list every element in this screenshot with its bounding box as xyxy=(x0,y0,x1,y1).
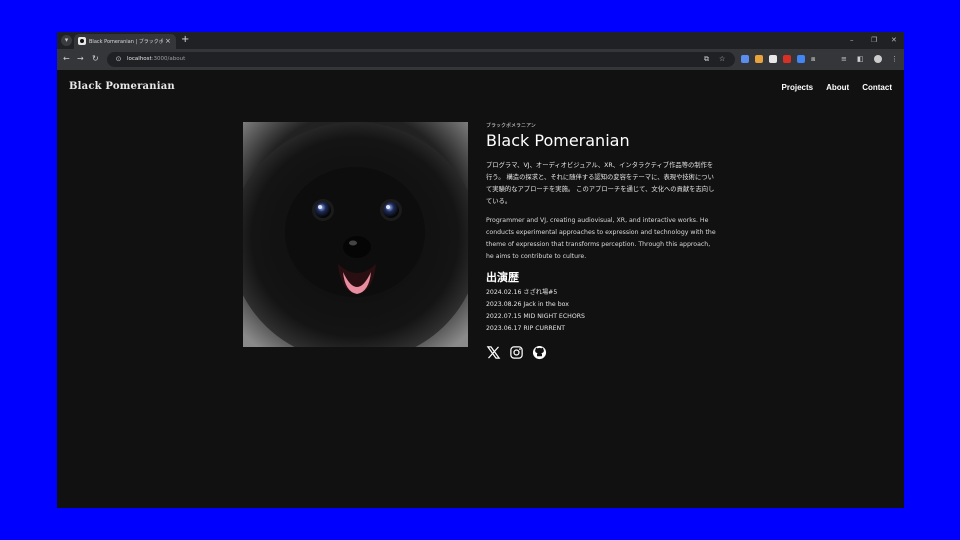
extensions-puzzle-icon[interactable]: ⧈ xyxy=(811,53,815,65)
bio-japanese: プログラマ、VJ、オーディオビジュアル、XR、インタラクティブ作品等の制作を行う… xyxy=(486,162,715,205)
site-info-icon[interactable]: ⊙ xyxy=(113,54,124,65)
profile-photo xyxy=(243,122,468,347)
nav-about-link[interactable]: About xyxy=(826,83,849,93)
restore-button[interactable]: ❐ xyxy=(871,34,877,46)
x-icon[interactable] xyxy=(486,345,501,360)
forward-icon[interactable]: → xyxy=(77,53,84,65)
list-item: 2023.08.26 Jack in the box xyxy=(486,301,569,308)
list-item: 2022.07.15 MID NIGHT ECHORS xyxy=(486,313,585,320)
close-window-button[interactable]: ✕ xyxy=(891,34,897,46)
nav-contact-link[interactable]: Contact xyxy=(862,83,892,93)
extension-icon[interactable] xyxy=(755,55,763,63)
browser-toolbar: ← → ↻ ⊙ localhost:3000/about ⧉ ☆ ⧈ ≡ ◧ ⋮ xyxy=(57,49,904,70)
name-ruby: ブラックポメラニアン xyxy=(486,123,536,129)
extension-icon[interactable] xyxy=(741,55,749,63)
profile-name: Black Pomeranian xyxy=(486,131,630,150)
career-list: 2024.02.16 さざれ場#5 2023.08.26 Jack in the… xyxy=(486,287,716,335)
github-icon[interactable] xyxy=(532,345,547,360)
install-app-icon[interactable]: ⧉ xyxy=(704,54,709,65)
list-item: 2024.02.16 さざれ場#5 xyxy=(486,289,558,296)
extension-icon[interactable] xyxy=(769,55,777,63)
extension-icon[interactable] xyxy=(797,55,805,63)
social-links xyxy=(486,345,716,360)
nav-projects-link[interactable]: Projects xyxy=(782,83,814,93)
minimize-button[interactable]: – xyxy=(850,34,854,46)
side-panel-icon[interactable]: ◧ xyxy=(857,53,864,65)
site-logo[interactable]: Black Pomeranian xyxy=(69,81,175,92)
instagram-icon[interactable] xyxy=(509,345,524,360)
profile-info: ブラックポメラニアン Black Pomeranian プログラマ、VJ、オーデ… xyxy=(486,122,716,360)
site-nav: Projects About Contact xyxy=(782,83,892,93)
tab-title: Black Pomeranian | ブラックポメラ xyxy=(89,39,163,45)
tab-close-icon[interactable]: × xyxy=(165,36,171,46)
browser-tab[interactable]: Black Pomeranian | ブラックポメラ × xyxy=(74,34,176,49)
page-content: Black Pomeranian Projects About Contact xyxy=(57,70,904,508)
address-bar[interactable]: ⊙ localhost:3000/about ⧉ ☆ xyxy=(107,52,735,67)
tab-strip: ▾ Black Pomeranian | ブラックポメラ × + – ❐ ✕ xyxy=(57,32,904,49)
bio-english: Programmer and VJ, creating audiovisual,… xyxy=(486,217,716,260)
career-heading: 出演歴 xyxy=(486,271,519,284)
tab-search-icon[interactable]: ▾ xyxy=(61,35,72,46)
browser-window: ▾ Black Pomeranian | ブラックポメラ × + – ❐ ✕ ←… xyxy=(57,32,904,508)
new-tab-button[interactable]: + xyxy=(181,34,189,46)
extension-icon[interactable] xyxy=(783,55,791,63)
back-icon[interactable]: ← xyxy=(63,53,70,65)
favicon-icon xyxy=(78,37,86,45)
reload-icon[interactable]: ↻ xyxy=(92,53,99,65)
profile-avatar-icon[interactable] xyxy=(874,55,882,63)
url-text: localhost:3000/about xyxy=(127,56,186,62)
bookmark-star-icon[interactable]: ☆ xyxy=(719,54,725,65)
browser-menu-icon[interactable]: ⋮ xyxy=(891,53,898,65)
list-item: 2023.06.17 RIP CURRENT xyxy=(486,325,565,332)
media-controls-icon[interactable]: ≡ xyxy=(841,53,847,65)
